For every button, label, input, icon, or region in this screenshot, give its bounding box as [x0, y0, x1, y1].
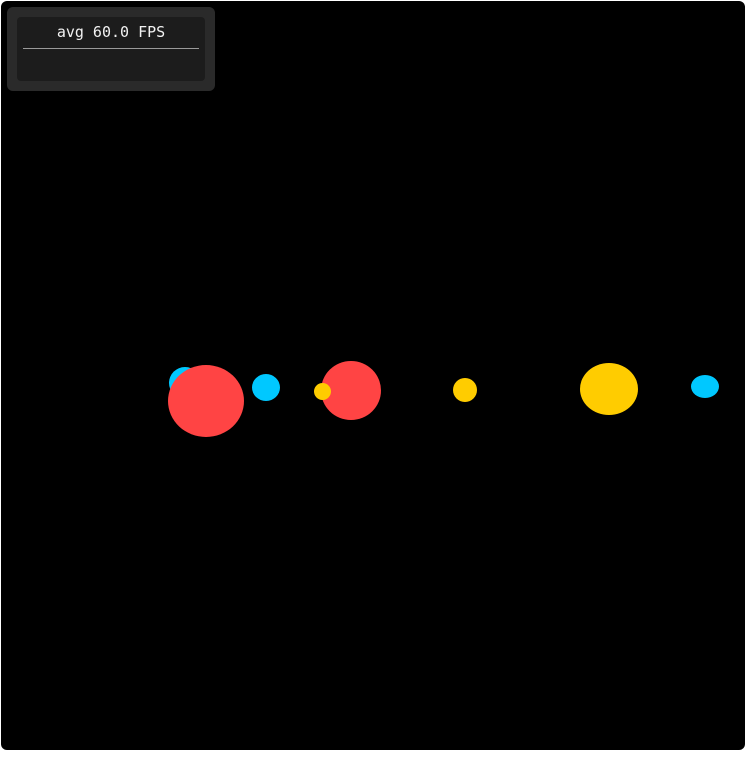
ball-blue — [252, 374, 280, 401]
ball-yellow-small — [314, 383, 331, 400]
fps-meter-inner: avg 60.0 FPS — [17, 17, 205, 81]
ball-red-large — [168, 365, 244, 437]
ball-yellow — [453, 378, 477, 402]
render-canvas: avg 60.0 FPS — [1, 1, 745, 750]
ball-blue — [691, 375, 719, 398]
fps-label: avg 60.0 FPS — [56, 23, 166, 41]
fps-graph — [23, 51, 199, 77]
fps-meter-panel: avg 60.0 FPS — [7, 7, 215, 91]
ball-yellow-large — [580, 363, 638, 415]
fps-divider — [23, 48, 199, 49]
